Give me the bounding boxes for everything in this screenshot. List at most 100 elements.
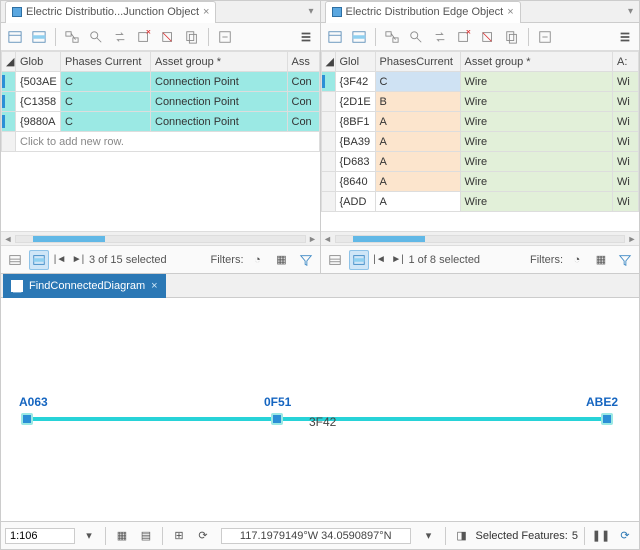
diagram-node[interactable] — [271, 413, 283, 425]
junction-hscroll[interactable]: ◄ ► — [1, 231, 320, 245]
cell-glob[interactable]: {ADD — [335, 192, 375, 212]
junction-tab[interactable]: Electric Distributio...Junction Object × — [5, 1, 216, 23]
filter-time-icon[interactable]: ◔ — [567, 250, 587, 270]
cell-asset[interactable]: Connection Point — [151, 112, 288, 132]
cell-extra[interactable]: Wi — [613, 72, 639, 92]
cell-extra[interactable]: Con — [287, 112, 319, 132]
col-extra[interactable]: A: — [613, 52, 639, 72]
rowheader-corner[interactable]: ◢ — [2, 52, 16, 72]
close-icon[interactable]: × — [151, 280, 157, 292]
cell-asset[interactable]: Connection Point — [151, 72, 288, 92]
zoom-icon[interactable] — [86, 27, 106, 47]
col-glob[interactable]: Glol — [335, 52, 375, 72]
clear-sel-icon[interactable] — [134, 27, 154, 47]
cell-extra[interactable]: Wi — [613, 192, 639, 212]
filter-funnel-icon[interactable] — [615, 250, 635, 270]
row-handle[interactable] — [2, 72, 16, 92]
cell-phase[interactable]: A — [375, 172, 460, 192]
show-selected-toggle[interactable] — [29, 250, 49, 270]
snap-icon[interactable]: ▦ — [112, 526, 132, 546]
switch-icon[interactable] — [430, 27, 450, 47]
cell-extra[interactable]: Con — [287, 72, 319, 92]
col-phases[interactable]: PhasesCurrent — [375, 52, 460, 72]
cell-extra[interactable]: Wi — [613, 172, 639, 192]
cell-glob[interactable]: {8640 — [335, 172, 375, 192]
diagram-node[interactable] — [601, 413, 613, 425]
row-handle[interactable] — [321, 172, 335, 192]
cell-phase[interactable]: A — [375, 192, 460, 212]
cell-asset[interactable]: Wire — [460, 72, 613, 92]
field-calc-icon[interactable] — [215, 27, 235, 47]
coords-readout[interactable]: 117.1979149°W 34.0590897°N — [221, 528, 411, 544]
tab-menu-icon[interactable]: ▾ — [622, 6, 639, 17]
edge-hscroll[interactable]: ◄ ► — [321, 231, 640, 245]
view-all-icon[interactable] — [325, 27, 345, 47]
selfeat-icon[interactable]: ◨ — [452, 526, 472, 546]
view-selected-icon[interactable] — [349, 27, 369, 47]
menu-icon[interactable] — [615, 27, 635, 47]
col-asset[interactable]: Asset group * — [151, 52, 288, 72]
delete-icon[interactable] — [478, 27, 498, 47]
next-icon[interactable]: ►| — [391, 254, 405, 265]
table-row[interactable]: {8640AWireWi — [321, 172, 639, 192]
show-all-toggle[interactable] — [325, 250, 345, 270]
cell-extra[interactable]: Wi — [613, 152, 639, 172]
show-selected-toggle[interactable] — [349, 250, 369, 270]
table-row[interactable]: {503AECConnection PointCon — [2, 72, 320, 92]
cell-glob[interactable]: {D683 — [335, 152, 375, 172]
scale-dropdown-icon[interactable]: ▾ — [79, 526, 99, 546]
cell-glob[interactable]: {9880A — [16, 112, 61, 132]
table-row[interactable]: {BA39AWireWi — [321, 132, 639, 152]
cell-extra[interactable]: Con — [287, 92, 319, 112]
copy-icon[interactable] — [182, 27, 202, 47]
correction-icon[interactable]: ⟳ — [193, 526, 213, 546]
row-handle[interactable] — [2, 92, 16, 112]
cell-asset[interactable]: Wire — [460, 92, 613, 112]
rowheader-corner[interactable]: ◢ — [321, 52, 335, 72]
view-selected-icon[interactable] — [29, 27, 49, 47]
related-icon[interactable] — [382, 27, 402, 47]
cell-phase[interactable]: C — [61, 92, 151, 112]
diagram-canvas[interactable]: A0630F51ABE23F42 — [1, 298, 639, 521]
next-icon[interactable]: ►| — [71, 254, 85, 265]
close-icon[interactable]: × — [203, 6, 209, 18]
filter-extent-icon[interactable]: ▦ — [272, 250, 292, 270]
row-handle[interactable] — [321, 112, 335, 132]
related-icon[interactable] — [62, 27, 82, 47]
cell-glob[interactable]: {8BF1 — [335, 112, 375, 132]
cell-phase[interactable]: A — [375, 132, 460, 152]
scale-input[interactable] — [5, 528, 75, 544]
diagram-tab[interactable]: ◧ FindConnectedDiagram × — [3, 274, 166, 298]
col-extra[interactable]: Ass — [287, 52, 319, 72]
row-handle[interactable] — [321, 92, 335, 112]
filter-extent-icon[interactable]: ▦ — [591, 250, 611, 270]
cell-glob[interactable]: {C1358 — [16, 92, 61, 112]
diagram-node[interactable] — [21, 413, 33, 425]
col-asset[interactable]: Asset group * — [460, 52, 613, 72]
table-row[interactable]: {9880ACConnection PointCon — [2, 112, 320, 132]
cell-asset[interactable]: Wire — [460, 172, 613, 192]
first-icon[interactable]: |◄ — [53, 254, 67, 265]
close-icon[interactable]: × — [507, 6, 513, 18]
delete-icon[interactable] — [158, 27, 178, 47]
cell-phase[interactable]: C — [375, 72, 460, 92]
cell-asset[interactable]: Wire — [460, 192, 613, 212]
row-handle[interactable] — [321, 132, 335, 152]
table-row[interactable]: {3F42CWireWi — [321, 72, 639, 92]
col-phases[interactable]: Phases Current — [61, 52, 151, 72]
table-row[interactable]: {D683AWireWi — [321, 152, 639, 172]
table-row[interactable]: {8BF1AWireWi — [321, 112, 639, 132]
show-all-toggle[interactable] — [5, 250, 25, 270]
cell-phase[interactable]: A — [375, 112, 460, 132]
zoom-icon[interactable] — [406, 27, 426, 47]
row-handle[interactable] — [321, 72, 335, 92]
edge-grid[interactable]: ◢ Glol PhasesCurrent Asset group * A: {3… — [321, 51, 640, 231]
tab-menu-icon[interactable]: ▾ — [302, 6, 319, 17]
junction-grid[interactable]: ◢ Glob Phases Current Asset group * Ass … — [1, 51, 320, 231]
first-icon[interactable]: |◄ — [373, 254, 387, 265]
table-row[interactable]: {ADDAWireWi — [321, 192, 639, 212]
cell-extra[interactable]: Wi — [613, 132, 639, 152]
filter-funnel-icon[interactable] — [296, 250, 316, 270]
filter-time-icon[interactable]: ◔ — [248, 250, 268, 270]
copy-icon[interactable] — [502, 27, 522, 47]
